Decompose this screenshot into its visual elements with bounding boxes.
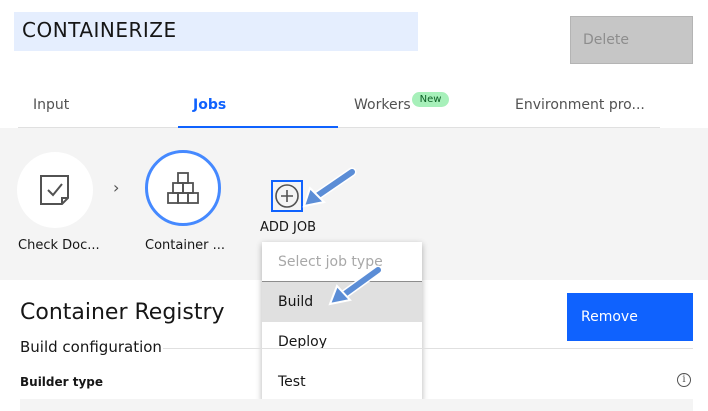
- tab-jobs[interactable]: Jobs: [178, 86, 338, 128]
- job-container-label: Container ...: [145, 238, 226, 253]
- new-badge: New: [412, 92, 449, 107]
- info-icon[interactable]: i: [677, 373, 691, 387]
- delete-button[interactable]: Delete: [570, 16, 693, 64]
- job-check-doc[interactable]: [17, 152, 93, 228]
- document-check-icon: [40, 175, 69, 205]
- boxes-stack-icon: [167, 172, 199, 204]
- dropdown-option-test[interactable]: Test: [262, 362, 422, 402]
- divider: [163, 348, 693, 349]
- tab-input[interactable]: Input: [18, 86, 178, 128]
- dropdown-option-deploy[interactable]: Deploy: [262, 322, 422, 362]
- pointer-arrow-icon: [302, 167, 357, 208]
- job-check-doc-label: Check Doc...: [18, 238, 100, 253]
- job-container[interactable]: [145, 150, 221, 226]
- tab-environment-properties[interactable]: Environment pro...: [498, 86, 660, 128]
- builder-type-select[interactable]: [20, 399, 693, 411]
- add-job-label: ADD JOB: [260, 220, 317, 235]
- remove-button[interactable]: Remove: [567, 293, 693, 341]
- builder-type-label: Builder type: [20, 375, 104, 389]
- pipeline-title: CONTAINERIZE: [22, 18, 177, 42]
- chevron-right-icon: ›: [113, 178, 120, 197]
- section-title: Container Registry: [20, 300, 225, 325]
- build-configuration-heading: Build configuration: [20, 338, 162, 356]
- pointer-arrow-icon: [328, 265, 383, 306]
